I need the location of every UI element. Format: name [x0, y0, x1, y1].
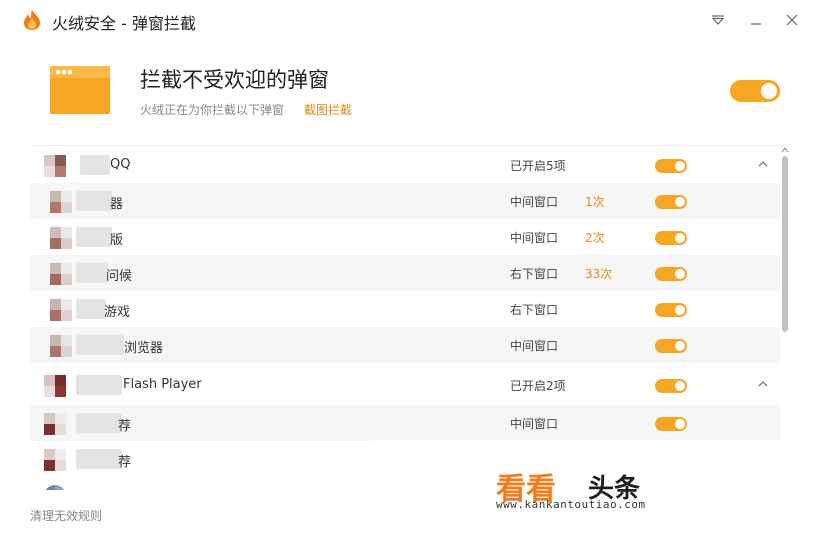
window-position: 右下窗口 — [510, 267, 559, 281]
rule-name: 荐 — [118, 419, 132, 434]
window-position: 中间窗口 — [510, 339, 559, 353]
window-position: 中间窗口 — [510, 417, 559, 431]
rule-row: 荐 中间窗口 — [30, 405, 780, 441]
rule-row: 版 中间窗口 2次 — [30, 219, 780, 255]
watermark-url: www.kankantoutiao.com — [496, 498, 646, 511]
list-scrollbar[interactable] — [780, 146, 790, 446]
group-status: 已开启5项 — [510, 159, 566, 173]
rule-toggle[interactable] — [655, 417, 687, 431]
block-count: 2次 — [585, 231, 605, 245]
popup-window-icon — [50, 66, 110, 114]
rule-toggle[interactable] — [655, 303, 687, 317]
group-name: QQ — [110, 157, 131, 172]
page-title: 拦截不受欢迎的弹窗 — [140, 68, 329, 92]
blurred-name — [76, 335, 124, 355]
menu-dropdown-icon[interactable] — [708, 10, 728, 30]
rule-toggle[interactable] — [655, 339, 687, 353]
huorong-logo-icon — [24, 10, 40, 30]
screenshot-block-link[interactable]: 截图拦截 — [304, 101, 352, 118]
window-title: 火绒安全 - 弹窗拦截 — [52, 14, 196, 33]
master-toggle[interactable] — [730, 80, 780, 102]
chevron-up-icon[interactable] — [756, 157, 770, 171]
title-bar: 火绒安全 - 弹窗拦截 — [0, 0, 820, 40]
popup-block-header: 拦截不受欢迎的弹窗 火绒正在为你拦截以下弹窗 截图拦截 — [0, 40, 820, 140]
window-position: 右下窗口 — [510, 303, 559, 317]
rule-toggle[interactable] — [655, 231, 687, 245]
scroll-up-arrow-icon[interactable] — [781, 146, 789, 154]
app-icon — [50, 263, 72, 285]
app-icon — [44, 449, 66, 471]
popup-rule-list: QQ 已开启5项 器 中间窗口 1次 版 中间窗口 2次 问候 右下窗口 33次… — [30, 145, 790, 490]
window-position: 中间窗口 — [510, 231, 559, 245]
clear-invalid-rules-link[interactable]: 清理无效规则 — [30, 507, 102, 524]
rule-toggle[interactable] — [655, 267, 687, 281]
blurred-name — [76, 191, 112, 211]
block-count: 1次 — [585, 195, 605, 209]
rule-name: 游戏 — [104, 305, 131, 320]
blurred-name — [76, 299, 106, 319]
group-name: Flash Player — [123, 377, 202, 392]
blurred-name — [76, 227, 112, 247]
rule-name: 荐 — [118, 455, 132, 470]
page-subtitle: 火绒正在为你拦截以下弹窗 — [140, 103, 285, 117]
rule-row: 浏览器 中间窗口 — [30, 327, 780, 363]
rule-row: 游戏 右下窗口 — [30, 291, 780, 327]
rule-name: 浏览器 — [124, 341, 164, 356]
window-position: 中间窗口 — [510, 195, 559, 209]
rule-toggle[interactable] — [655, 195, 687, 209]
group-row-flash-player[interactable]: Flash Player 已开启2项 — [30, 367, 780, 403]
watermark: 看看 头条 www.kankantoutiao.com — [492, 464, 692, 516]
group-toggle[interactable] — [655, 159, 687, 173]
rule-name: 问候 — [106, 269, 133, 284]
chevron-up-icon[interactable] — [756, 377, 770, 391]
rule-name: 版 — [110, 233, 124, 248]
app-icon — [50, 191, 72, 213]
app-icon — [50, 335, 72, 357]
blurred-name — [80, 155, 110, 175]
app-icon — [50, 299, 72, 321]
app-icon — [44, 485, 66, 490]
blurred-name — [76, 263, 108, 283]
app-icon — [44, 155, 66, 177]
group-status: 已开启2项 — [510, 379, 566, 393]
blurred-name — [76, 449, 122, 469]
rule-name: 器 — [110, 197, 124, 212]
blurred-name — [76, 413, 122, 433]
group-toggle[interactable] — [655, 379, 687, 393]
scroll-thumb[interactable] — [782, 156, 788, 332]
blurred-name — [76, 375, 122, 395]
rule-row: 器 中间窗口 1次 — [30, 183, 780, 219]
close-icon[interactable] — [782, 10, 802, 30]
app-icon — [44, 413, 66, 435]
app-icon — [44, 375, 66, 397]
block-count: 33次 — [585, 267, 613, 281]
app-icon — [50, 227, 72, 249]
rule-row: 问候 右下窗口 33次 — [30, 255, 780, 291]
group-row-qq[interactable]: QQ 已开启5项 — [30, 147, 780, 183]
minimize-icon[interactable] — [746, 10, 766, 30]
